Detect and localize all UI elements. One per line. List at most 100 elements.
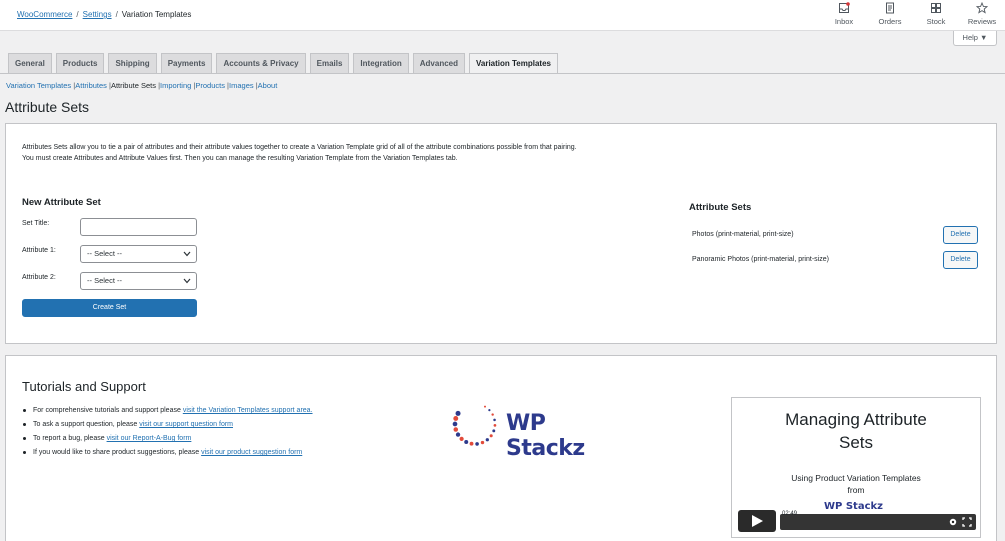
report-bug-link[interactable]: visit our Report-A-Bug form — [107, 435, 192, 442]
tutorials-panel: Tutorials and Support For comprehensive … — [5, 355, 997, 541]
subnav-importing[interactable]: Importing — [160, 81, 191, 90]
intro-line-2: You must create Attributes and Attribute… — [22, 155, 458, 162]
logo-dot — [455, 410, 461, 416]
video-player[interactable]: Managing Attribute Sets Using Product Va… — [731, 397, 981, 538]
stock-icon — [931, 3, 941, 13]
delete-set-button[interactable]: Delete — [943, 251, 978, 269]
play-icon — [752, 515, 763, 527]
tab-emails[interactable]: Emails — [309, 53, 350, 73]
list-item: For comprehensive tutorials and support … — [22, 404, 313, 418]
video-subtitle: Using Product Variation Templates from — [791, 473, 921, 495]
tutorials-list: For comprehensive tutorials and support … — [22, 404, 313, 460]
nav-reviews-label: Reviews — [967, 17, 997, 26]
logo-dot — [484, 405, 486, 408]
subnav-about[interactable]: About — [258, 81, 278, 90]
video-progress-bar[interactable] — [780, 514, 976, 530]
logo-dot — [493, 424, 497, 427]
tutorials-title: Tutorials and Support — [22, 379, 146, 394]
star-icon — [976, 2, 988, 14]
delete-set-button[interactable]: Delete — [943, 226, 978, 244]
video-time: 02:49 — [782, 511, 798, 517]
play-button[interactable] — [738, 510, 776, 532]
tab-products[interactable]: Products — [55, 53, 105, 73]
attribute-sets-title: Attribute Sets — [689, 202, 752, 213]
top-bar: WooCommerce / Settings / Variation Templates… — [0, 0, 1005, 31]
attribute1-select[interactable]: -- Select -- — [80, 245, 197, 263]
attribute2-value: -- Select -- — [87, 276, 123, 285]
subnav-attributes[interactable]: Attributes — [75, 81, 107, 90]
logo-dot — [480, 440, 485, 445]
logo-dots-icon — [452, 405, 497, 446]
breadcrumb: WooCommerce / Settings / Variation Templates — [17, 10, 192, 19]
logo-dot — [453, 427, 459, 432]
logo-dot — [475, 442, 479, 446]
attribute1-value: -- Select -- — [87, 249, 123, 258]
logo-dot — [492, 429, 496, 433]
nav-stock[interactable]: Stock — [913, 2, 959, 26]
list-item: To ask a support question, please visit … — [22, 418, 313, 432]
sub-navigation: Variation Templates |Attributes |Attribu… — [6, 81, 278, 90]
tab-integration[interactable]: Integration — [353, 53, 409, 73]
attribute-set-row: Photos (print-material, print-size) — [692, 231, 794, 238]
support-question-link[interactable]: visit our support question form — [139, 421, 233, 428]
fullscreen-icon[interactable] — [962, 517, 972, 527]
activity-nav: Inbox Orders Stock Reviews — [821, 2, 1005, 26]
settings-tabs: General Products Shipping Payments Accou… — [8, 53, 562, 74]
logo-dot — [489, 434, 493, 438]
subnav-images[interactable]: Images — [229, 81, 254, 90]
logo-dot — [464, 439, 469, 444]
logo-dot — [485, 438, 489, 442]
product-suggestion-link[interactable]: visit our product suggestion form — [201, 449, 302, 456]
nav-inbox-label: Inbox — [834, 17, 854, 26]
nav-orders-label: Orders — [878, 17, 902, 26]
intro-text: Attributes Sets allow you to tie a pair … — [22, 142, 577, 164]
chevron-down-icon — [183, 251, 191, 257]
logo-text: WP Stackz — [506, 411, 585, 461]
help-button[interactable]: Help ▼ — [953, 31, 997, 46]
support-area-link[interactable]: visit the Variation Templates support ar… — [183, 407, 313, 414]
subnav-variation-templates[interactable]: Variation Templates — [6, 81, 71, 90]
nav-reviews[interactable]: Reviews — [959, 2, 1005, 26]
breadcrumb-current: Variation Templates — [121, 10, 192, 19]
logo-dot — [455, 432, 461, 437]
tab-variation-templates[interactable]: Variation Templates — [469, 53, 558, 74]
chevron-down-icon — [183, 278, 191, 284]
nav-orders[interactable]: Orders — [867, 2, 913, 26]
new-set-title: New Attribute Set — [22, 197, 101, 208]
attribute2-label: Attribute 2: — [22, 274, 56, 281]
logo-dot — [453, 416, 459, 421]
attribute-sets-panel: Attributes Sets allow you to tie a pair … — [5, 123, 997, 344]
video-controls: 02:49 — [738, 510, 976, 532]
tab-general[interactable]: General — [8, 53, 52, 73]
list-item: If you would like to share product sugge… — [22, 446, 313, 460]
tab-shipping[interactable]: Shipping — [108, 53, 157, 73]
breadcrumb-settings-link[interactable]: Settings — [83, 10, 112, 19]
tab-payments[interactable]: Payments — [160, 53, 213, 73]
logo-dot — [491, 413, 494, 416]
attribute-set-row: Panoramic Photos (print-material, print-… — [692, 256, 829, 263]
set-title-input[interactable] — [80, 218, 197, 236]
logo-dot — [459, 436, 464, 441]
gear-icon[interactable] — [948, 517, 958, 527]
create-set-button[interactable]: Create Set — [22, 299, 197, 317]
page-title: Attribute Sets — [5, 99, 90, 115]
intro-line-1: Attributes Sets allow you to tie a pair … — [22, 144, 577, 151]
attribute1-label: Attribute 1: — [22, 247, 56, 254]
wp-stackz-logo: WP Stackz — [446, 398, 626, 461]
attribute2-select[interactable]: -- Select -- — [80, 272, 197, 290]
tab-accounts-privacy[interactable]: Accounts & Privacy — [216, 53, 306, 73]
inbox-icon — [839, 2, 850, 13]
tab-advanced[interactable]: Advanced — [412, 53, 465, 73]
nav-stock-label: Stock — [926, 17, 946, 26]
logo-dot — [493, 418, 496, 422]
tab-divider — [0, 73, 1005, 74]
logo-dot — [452, 421, 458, 427]
logo-dot — [469, 441, 474, 446]
video-title: Managing Attribute Sets — [785, 410, 927, 452]
breadcrumb-woocommerce-link[interactable]: WooCommerce — [17, 10, 72, 19]
subnav-products[interactable]: Products — [195, 81, 225, 90]
set-title-label: Set Title: — [22, 220, 50, 227]
orders-icon — [886, 2, 894, 14]
logo-dot — [488, 409, 491, 412]
nav-inbox[interactable]: Inbox — [821, 2, 867, 26]
